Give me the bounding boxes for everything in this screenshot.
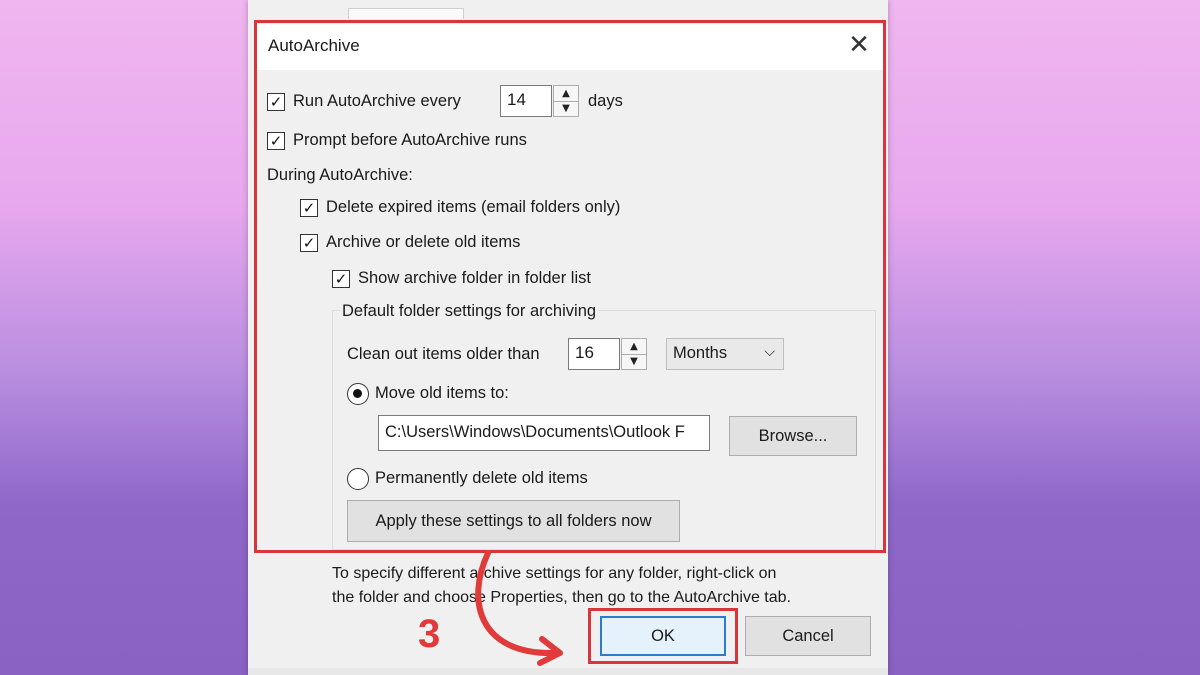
background-tab [348,8,464,19]
cancel-button[interactable]: Cancel [745,616,871,656]
highlight-box-settings [254,20,886,553]
step-number-label: 3 [418,612,441,656]
background-window-strip [248,0,888,19]
highlight-box-ok [588,608,738,664]
curved-arrow-icon [475,550,563,666]
